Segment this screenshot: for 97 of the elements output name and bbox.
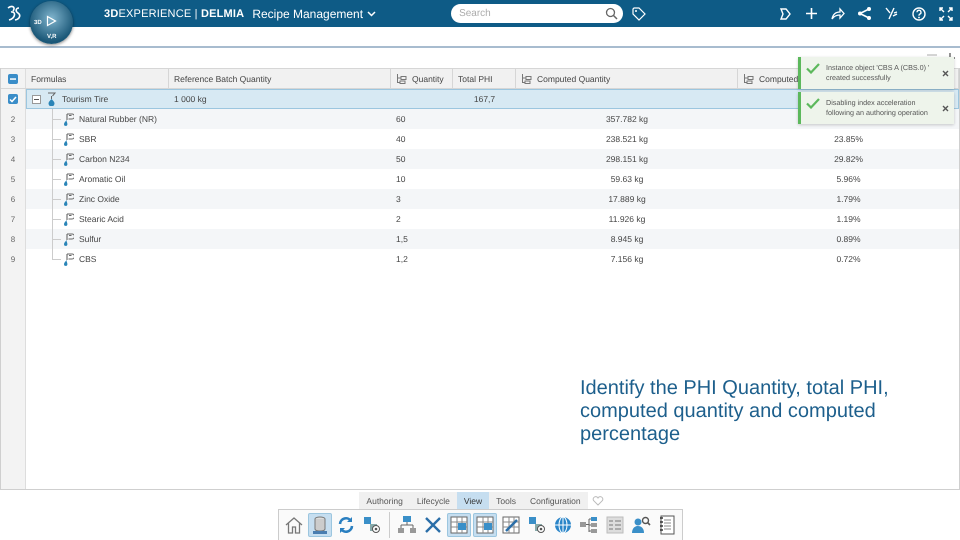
action-tab[interactable]: Tools: [489, 492, 524, 509]
hierarchy-icon: [396, 73, 407, 84]
list-icon: [604, 515, 624, 535]
table-cell: 8.945 kg: [610, 234, 644, 244]
ingredient-icon: [63, 252, 74, 266]
table-cell: 59.63 kg: [610, 174, 644, 184]
table-cell: 40: [396, 134, 406, 144]
table-cell: 238.521 kg: [606, 134, 648, 144]
table-cell: 298.151 kg: [606, 154, 648, 164]
action-tab[interactable]: Configuration: [523, 492, 588, 509]
ingredient-icon: [63, 112, 74, 126]
ingredient-icon: [63, 172, 74, 186]
ingredient-icon: [63, 212, 74, 226]
table-edit-icon: [500, 515, 520, 535]
close-icon: [942, 105, 949, 112]
search-field[interactable]: Search: [451, 4, 624, 23]
table-cell: 1,5: [396, 234, 408, 244]
column-header[interactable]: Reference Batch Quantity: [169, 69, 391, 88]
caption-text: Identify the PHI Quantity, total PHI, computed quantity and computed percentage: [580, 377, 890, 446]
app-menu[interactable]: Recipe Management: [252, 6, 376, 20]
table-icon: [448, 515, 468, 535]
table-cell: 2: [396, 214, 401, 224]
hierarchy-icon: [578, 515, 598, 535]
table-cell: 60: [396, 114, 406, 124]
table-cell: 0.89%: [836, 234, 861, 244]
table-cell: 3: [396, 194, 401, 204]
table-cell: 1.79%: [836, 194, 861, 204]
check-icon: [806, 98, 820, 109]
network-icon[interactable]: [858, 7, 872, 20]
brand-title: 3DEXPERIENCE | DELMIA: [104, 8, 244, 20]
tree-item[interactable]: Natural Rubber (NR): [79, 114, 157, 124]
tree-item[interactable]: CBS: [79, 254, 96, 264]
column-header[interactable]: Formulas: [26, 69, 169, 88]
table-cell: 7.156 kg: [610, 254, 644, 264]
table-cell: 29.82%: [834, 154, 863, 164]
table-cell: 167,7: [474, 94, 496, 104]
action-tab[interactable]: View: [456, 492, 490, 509]
action-tab[interactable]: Lifecycle: [410, 492, 457, 509]
ingredient-icon: [63, 232, 74, 246]
chevron-icon: [367, 10, 376, 16]
ingredient-icon: [63, 192, 74, 206]
share-icon[interactable]: [831, 7, 845, 20]
ingredient-icon: [63, 132, 74, 146]
network-icon: [396, 515, 416, 535]
cubes-icon: [362, 515, 382, 535]
table-cell: 1,2: [396, 254, 408, 264]
table-cell: 10: [396, 174, 406, 184]
help-icon[interactable]: [912, 6, 926, 20]
row-number: 2: [10, 114, 16, 124]
toolbar-button[interactable]: [472, 513, 496, 537]
table-icon: [474, 515, 494, 535]
close-icon: [942, 70, 949, 77]
tag-icon[interactable]: [632, 6, 646, 20]
play-icon[interactable]: [46, 15, 57, 27]
column-header[interactable]: Total PHI: [453, 69, 516, 88]
tree-item[interactable]: Stearic Acid: [79, 214, 124, 224]
globe-icon: [552, 515, 572, 535]
cubes-icon: [526, 515, 546, 535]
column-header[interactable]: Quantity: [391, 69, 453, 88]
tree-item[interactable]: Tourism Tire: [62, 94, 108, 104]
row-number: 8: [10, 234, 16, 244]
tree-item[interactable]: SBR: [79, 134, 96, 144]
toolbar-button[interactable]: [446, 513, 470, 537]
cross-icon: [422, 515, 442, 535]
row-number: 3: [10, 134, 16, 144]
check-icon: [806, 63, 820, 74]
select-all-checkbox[interactable]: [8, 74, 18, 84]
table-cell: 1 000 kg: [174, 94, 207, 104]
home-icon: [284, 515, 304, 535]
tree-item[interactable]: Sulfur: [79, 234, 102, 244]
action-tab[interactable]: Authoring: [359, 492, 410, 509]
table-cell: 17.889 kg: [608, 194, 646, 204]
row-number: 9: [10, 254, 16, 264]
tree-item[interactable]: Zinc Oxide: [79, 194, 120, 204]
table-cell: 5.96%: [836, 174, 861, 184]
row-number: 5: [10, 174, 16, 184]
fullscreen-icon[interactable]: [939, 6, 953, 20]
people-search-icon: [630, 515, 650, 535]
table-cell: 11.926 kg: [608, 214, 646, 224]
row-checkbox[interactable]: [8, 94, 18, 104]
table-cell: 50: [396, 154, 406, 164]
collapse-toggle[interactable]: [32, 94, 41, 104]
tree-item[interactable]: Aromatic Oil: [79, 174, 126, 184]
row-number: 4: [10, 154, 16, 164]
table-cell: 23.85%: [834, 134, 863, 144]
column-header[interactable]: Computed Quantity: [516, 69, 738, 88]
row-number: 7: [10, 214, 16, 224]
hierarchy-icon: [521, 73, 532, 84]
hierarchy-icon: [743, 73, 754, 84]
table-cell: 357.782 kg: [606, 114, 648, 124]
row-number: 6: [10, 194, 16, 204]
refresh-icon: [336, 515, 356, 535]
formula-icon: [47, 92, 56, 106]
tree-item[interactable]: Carbon N234: [79, 154, 130, 164]
table-cell: 1.19%: [836, 214, 861, 224]
ingredient-icon: [63, 152, 74, 166]
table-cell: 0.72%: [836, 254, 861, 264]
